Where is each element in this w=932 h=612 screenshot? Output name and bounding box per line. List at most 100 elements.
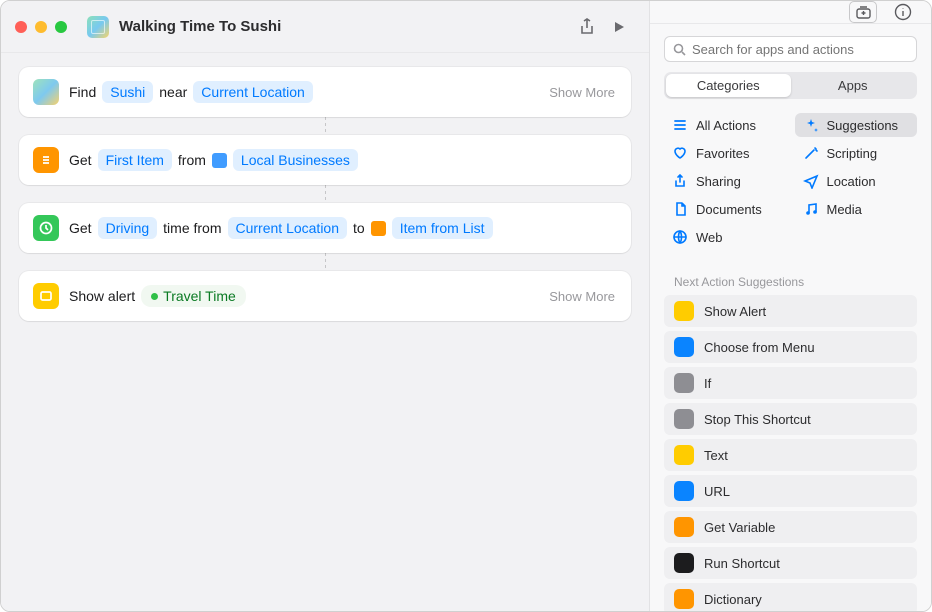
variable-icon [212,153,227,168]
category-web[interactable]: Web [664,225,787,249]
action-word: time from [163,220,221,236]
magic-variable-chip[interactable]: Travel Time [141,285,246,307]
suggestion-item[interactable]: Run Shortcut [664,547,917,579]
action-word: from [178,152,206,168]
suggestion-item[interactable]: Text [664,439,917,471]
suggestion-icon [674,409,694,429]
action-token[interactable]: Local Businesses [233,149,358,171]
suggestion-label: Choose from Menu [704,340,815,355]
action-token[interactable]: Current Location [193,81,313,103]
share-icon [672,173,688,189]
category-label: Sharing [696,174,741,189]
share-button[interactable] [571,14,603,40]
sidebar-toolbar [650,1,931,24]
action-word: near [159,84,187,100]
category-scripting[interactable]: Scripting [795,141,918,165]
suggestion-label: Show Alert [704,304,766,319]
action-word: to [353,220,365,236]
category-suggestions[interactable]: Suggestions [795,113,918,137]
tab-categories[interactable]: Categories [666,74,791,97]
suggestion-icon [674,589,694,609]
category-documents[interactable]: Documents [664,197,787,221]
action-token[interactable]: Current Location [228,217,348,239]
window-zoom-button[interactable] [55,21,67,33]
suggestion-item[interactable]: Show Alert [664,295,917,327]
category-label: Media [827,202,862,217]
category-media[interactable]: Media [795,197,918,221]
green-clock-icon [33,215,59,241]
show-more-button[interactable]: Show More [549,85,615,100]
action-token[interactable]: First Item [98,149,172,171]
maps-icon [33,79,59,105]
suggestion-icon [674,301,694,321]
workflow-action[interactable]: Find Sushi near Current Location Show More [19,67,631,117]
search-field[interactable] [664,36,917,62]
category-label: Scripting [827,146,878,161]
suggestion-label: Run Shortcut [704,556,780,571]
yellow-alert-icon [33,283,59,309]
category-label: Web [696,230,723,245]
suggestion-label: Dictionary [704,592,762,607]
search-input[interactable] [692,42,908,57]
workflow-canvas: Find Sushi near Current Location Show More Ge… [1,53,649,611]
library-tabs: Categories Apps [664,72,917,99]
category-label: All Actions [696,118,756,133]
suggestion-item[interactable]: If [664,367,917,399]
media-icon [803,201,819,217]
category-label: Suggestions [827,118,899,133]
window-minimize-button[interactable] [35,21,47,33]
search-icon [673,43,686,56]
suggestion-label: Get Variable [704,520,775,535]
suggestion-item[interactable]: Dictionary [664,583,917,612]
shortcut-icon [87,16,109,38]
show-more-button[interactable]: Show More [549,289,615,304]
suggestion-item[interactable]: Stop This Shortcut [664,403,917,435]
category-sharing[interactable]: Sharing [664,169,787,193]
workflow-action[interactable]: Get First Item from Local Businesses [19,135,631,185]
suggestion-icon [674,517,694,537]
suggestion-label: Text [704,448,728,463]
loc-icon [803,173,819,189]
window-close-button[interactable] [15,21,27,33]
suggestion-item[interactable]: Choose from Menu [664,331,917,363]
suggestion-icon [674,481,694,501]
variable-icon [371,221,386,236]
run-button[interactable] [603,14,635,40]
library-button[interactable] [849,1,877,23]
suggestion-item[interactable]: Get Variable [664,511,917,543]
action-token[interactable]: Item from List [392,217,493,239]
info-button[interactable] [889,1,917,23]
heart-icon [672,145,688,161]
workflow-action[interactable]: GetDrivingtime fromCurrent LocationtoIte… [19,203,631,253]
action-word: Show alert [69,288,135,304]
shortcut-title: Walking Time To Sushi [119,18,571,35]
orange-list-icon [33,147,59,173]
suggestion-item[interactable]: URL [664,475,917,507]
suggestion-icon [674,445,694,465]
category-favorites[interactable]: Favorites [664,141,787,165]
category-label: Location [827,174,876,189]
suggestion-label: URL [704,484,730,499]
suggestion-label: If [704,376,711,391]
tab-apps[interactable]: Apps [791,74,916,97]
web-icon [672,229,688,245]
action-token[interactable]: Driving [98,217,158,239]
category-label: Favorites [696,146,749,161]
doc-icon [672,201,688,217]
action-word: Get [69,152,92,168]
suggestion-icon [674,373,694,393]
category-label: Documents [696,202,762,217]
category-location[interactable]: Location [795,169,918,193]
workflow-action[interactable]: Show alert Travel Time Show More [19,271,631,321]
sparkle-icon [803,117,819,133]
action-word: Find [69,84,96,100]
title-bar: Walking Time To Sushi [1,1,649,53]
suggestion-icon [674,337,694,357]
list-icon [672,117,688,133]
suggestions-header: Next Action Suggestions [650,271,931,295]
action-token[interactable]: Sushi [102,81,153,103]
suggestion-label: Stop This Shortcut [704,412,811,427]
wand-icon [803,145,819,161]
category-all-actions[interactable]: All Actions [664,113,787,137]
suggestion-icon [674,553,694,573]
